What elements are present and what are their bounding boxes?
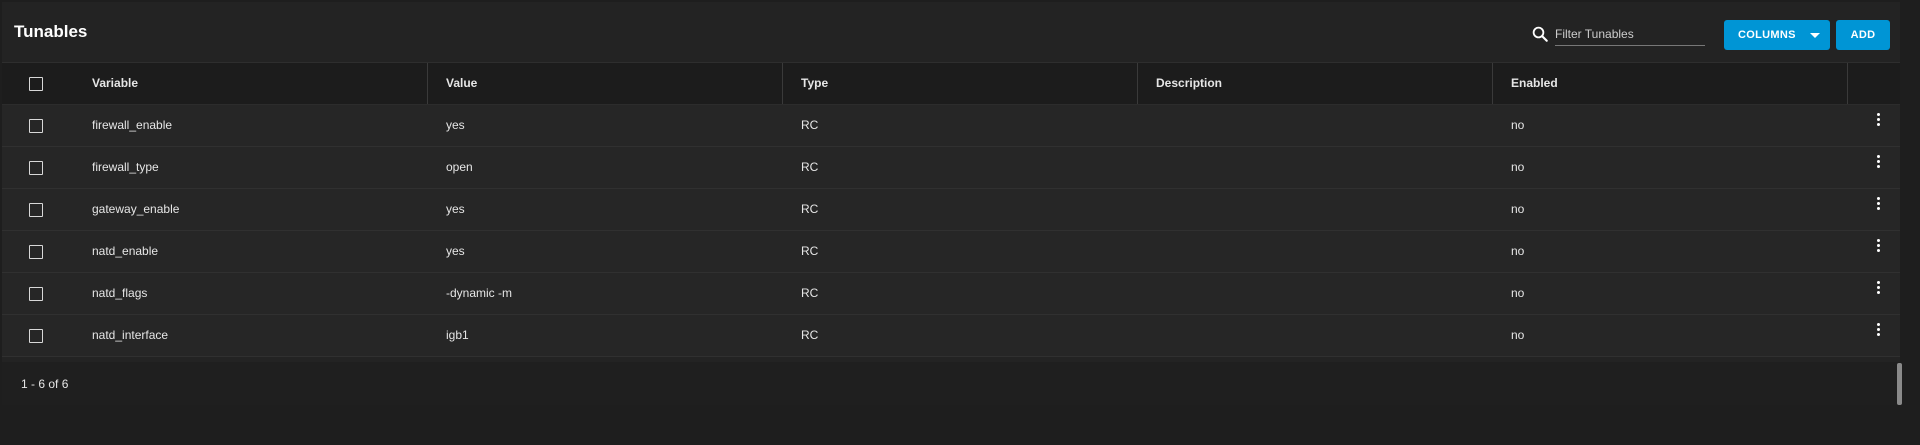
cell-value: yes — [446, 118, 465, 132]
cell-enabled: no — [1511, 160, 1525, 174]
table-row[interactable]: natd_flags -dynamic -m RC no — [2, 273, 1900, 315]
table-row[interactable]: natd_interface igb1 RC no — [2, 315, 1900, 357]
select-all-checkbox[interactable] — [29, 77, 43, 91]
cell-value: yes — [446, 244, 465, 258]
cell-type: RC — [801, 202, 819, 216]
cell-variable: natd_flags — [92, 286, 148, 300]
cell-variable: firewall_enable — [92, 118, 173, 132]
cell-value: igb1 — [446, 328, 469, 342]
cell-type: RC — [801, 244, 819, 258]
cell-enabled: no — [1511, 286, 1525, 300]
column-divider — [427, 63, 428, 104]
cell-enabled: no — [1511, 244, 1525, 258]
column-header-description[interactable]: Description — [1156, 63, 1222, 104]
columns-button-label: COLUMNS — [1738, 29, 1796, 41]
toolbar: Tunables COLUMNS ADD — [2, 2, 1900, 63]
more-vert-icon[interactable] — [1874, 155, 1882, 173]
table-row[interactable]: firewall_enable yes RC no — [2, 105, 1900, 147]
column-header-variable[interactable]: Variable — [92, 63, 138, 104]
add-button-label: ADD — [1850, 29, 1876, 41]
column-header-enabled[interactable]: Enabled — [1511, 63, 1558, 104]
table-row[interactable]: firewall_type open RC no — [2, 147, 1900, 189]
row-checkbox[interactable] — [29, 287, 43, 301]
add-button[interactable]: ADD — [1836, 20, 1890, 50]
table-header: Variable Value Type Description Enabled — [2, 63, 1900, 105]
cell-type: RC — [801, 328, 819, 342]
tunables-card: Tunables COLUMNS ADD Variable Value Type… — [2, 2, 1900, 405]
scrollbar[interactable] — [1900, 0, 1920, 445]
cell-enabled: no — [1511, 328, 1525, 342]
column-divider — [1847, 63, 1848, 104]
cell-value: open — [446, 160, 473, 174]
more-vert-icon[interactable] — [1874, 281, 1882, 299]
chevron-down-icon[interactable] — [1810, 33, 1820, 38]
cell-variable: firewall_type — [92, 160, 159, 174]
table-row[interactable]: gateway_enable yes RC no — [2, 189, 1900, 231]
more-vert-icon[interactable] — [1874, 197, 1882, 215]
cell-type: RC — [801, 118, 819, 132]
column-header-value[interactable]: Value — [446, 63, 477, 104]
cell-type: RC — [801, 160, 819, 174]
cell-variable: natd_interface — [92, 328, 169, 342]
cell-enabled: no — [1511, 202, 1525, 216]
table-row[interactable]: natd_enable yes RC no — [2, 231, 1900, 273]
row-checkbox[interactable] — [29, 119, 43, 133]
cell-variable: natd_enable — [92, 244, 159, 258]
more-vert-icon[interactable] — [1874, 323, 1882, 341]
filter-input[interactable] — [1555, 23, 1705, 46]
more-vert-icon[interactable] — [1874, 113, 1882, 131]
column-divider — [1137, 63, 1138, 104]
columns-button[interactable]: COLUMNS — [1724, 20, 1830, 50]
column-divider — [782, 63, 783, 104]
cell-type: RC — [801, 286, 819, 300]
scrollbar-thumb[interactable] — [1897, 363, 1902, 405]
cell-value: yes — [446, 202, 465, 216]
pagination-label: 1 - 6 of 6 — [21, 377, 69, 391]
more-vert-icon[interactable] — [1874, 239, 1882, 257]
cell-enabled: no — [1511, 118, 1525, 132]
row-checkbox[interactable] — [29, 203, 43, 217]
table-footer: 1 - 6 of 6 — [2, 362, 1900, 405]
search-icon — [1532, 26, 1548, 42]
cell-variable: gateway_enable — [92, 202, 180, 216]
cell-value: -dynamic -m — [446, 286, 513, 300]
column-header-type[interactable]: Type — [801, 63, 828, 104]
row-checkbox[interactable] — [29, 329, 43, 343]
column-divider — [1492, 63, 1493, 104]
page-title: Tunables — [14, 22, 88, 41]
row-checkbox[interactable] — [29, 161, 43, 175]
row-checkbox[interactable] — [29, 245, 43, 259]
